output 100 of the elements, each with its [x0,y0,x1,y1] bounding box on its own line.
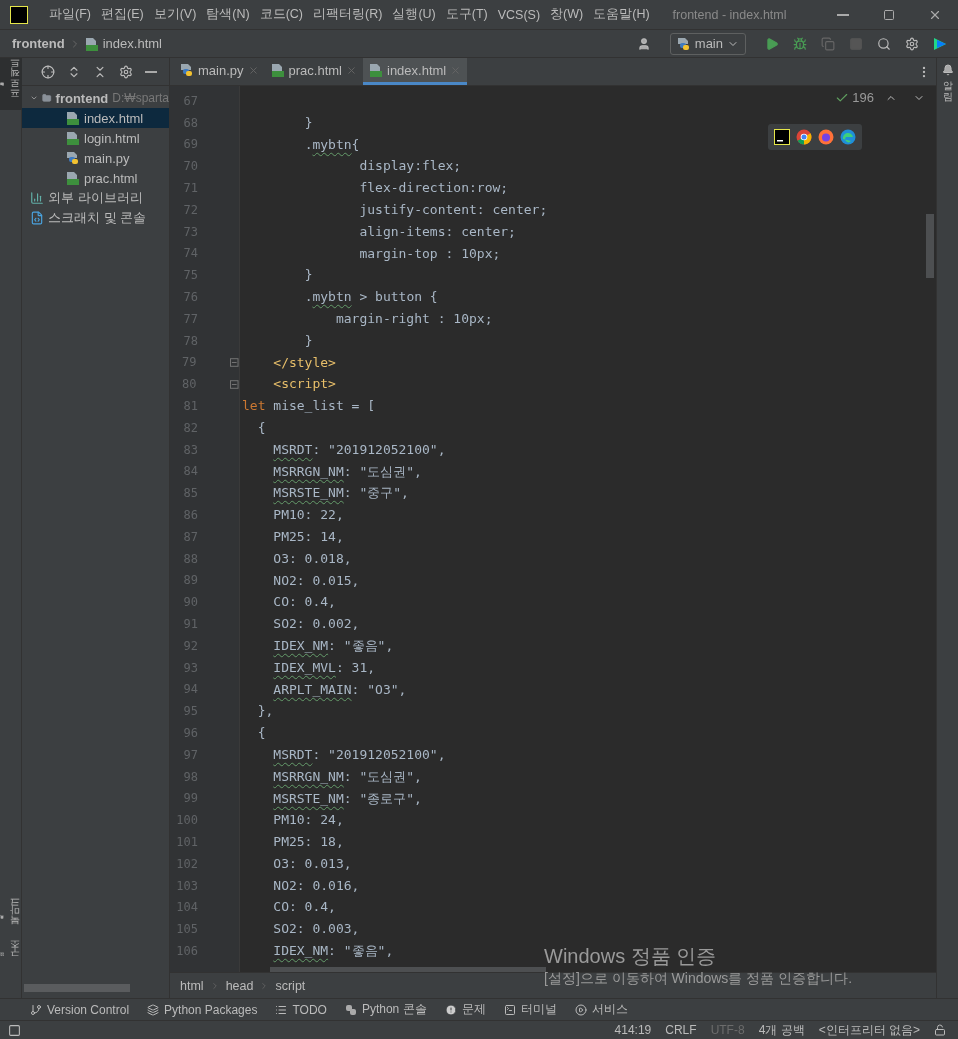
code-line: <script> [272,375,336,394]
menu-item[interactable]: VCS(S) [492,7,546,22]
menu-item[interactable]: 창(W) [545,6,589,23]
inspection-count[interactable]: 196 [835,90,874,105]
minus-icon [145,70,157,73]
terminal-icon [503,1003,516,1016]
html-file-icon [270,63,285,77]
activation-message: [설정]으로 이동하여 Windows를 정품 인증합니다. [544,970,853,988]
menu-item[interactable]: 코드(C) [254,6,309,23]
status-item[interactable]: 414:19 [614,1023,652,1037]
scrollbar[interactable] [270,967,546,972]
run-config-dropdown[interactable]: main [669,32,746,55]
edge-icon[interactable] [840,129,856,145]
branch-icon [30,1003,42,1016]
code-line: } [303,266,313,285]
breadcrumb-project[interactable]: frontend [12,36,65,51]
settings-button[interactable] [119,64,133,79]
tree-item[interactable]: 외부 라이브러리 [22,188,169,208]
breadcrumb[interactable]: script [275,978,306,993]
html-file-icon [66,171,80,185]
python-icon [344,1003,357,1016]
code-line: IDEX_NM: "좋음", [272,942,394,961]
hide-button[interactable] [145,70,157,73]
pycharm-icon[interactable] [774,129,790,145]
code-line: ARPLT_MAIN: "O3", [272,680,407,699]
status-item[interactable]: 4개 공백 [758,1021,805,1039]
menu-item[interactable]: 도움말(H) [588,6,655,23]
tool-window-button[interactable]: Python 콘솔 [344,1001,427,1018]
tree-item[interactable]: login.html [22,128,169,148]
code-line: MSRDT: "201912052100", [272,440,446,459]
tool-window-tab[interactable]: 북마크 [0,896,22,938]
tool-window-button[interactable]: Version Control [30,1002,130,1017]
fold-icon[interactable] [230,379,239,389]
editor-tab[interactable]: prac.html [264,58,363,85]
scrollbar[interactable] [24,984,130,992]
tree-item[interactable]: 스크래치 및 콘솔 [22,208,169,228]
locate-button[interactable] [41,64,55,79]
scrollbar[interactable] [926,214,934,278]
breadcrumb-file[interactable]: index.html [102,36,162,51]
search-button[interactable] [877,36,891,51]
tree-item[interactable]: main.py [22,148,169,168]
status-item[interactable]: CRLF [665,1023,697,1037]
menu-item[interactable]: 편집(E) [95,6,149,23]
tool-window-tab[interactable]: 알림 [936,58,958,108]
app-logo [10,5,28,24]
python-file-icon [676,36,691,51]
fold-icon[interactable] [230,357,239,367]
breadcrumb[interactable]: head [225,978,254,993]
debug-button[interactable] [793,36,807,51]
status-item[interactable]: <인터프리터 없음> [818,1021,920,1039]
html-file-icon [66,131,80,145]
code-line: IDEX_NM: "좋음", [272,636,394,655]
alert-icon [444,1003,457,1016]
code-line: O3: 0.018, [272,549,352,568]
html-file-icon [369,63,383,77]
code-line: { [256,724,266,743]
code-line: NO2: 0.015, [272,571,360,590]
tool-window-button[interactable]: TODO [275,1002,327,1017]
folder-icon [42,91,52,105]
settings-icon [119,64,133,79]
menu-item[interactable]: 보기(V) [148,6,202,23]
tool-window-tab[interactable]: 구조 [0,938,22,970]
tree-item[interactable]: index.html [22,108,169,128]
menu-item[interactable]: 리팩터링(R) [308,6,388,23]
menu-item[interactable]: 파일(F) [44,6,96,23]
tool-window-tab[interactable]: 프로젝트 [0,58,22,110]
menu-item[interactable]: 도구(T) [440,6,493,23]
code-line: CO: 0.4, [272,898,336,917]
window-title: frontend - index.html [672,7,787,22]
menu-item[interactable]: 탐색(N) [201,6,255,23]
tool-window-button[interactable]: Python Packages [147,1002,258,1017]
collapse-all-button[interactable] [93,64,107,79]
tool-window-button[interactable]: 터미널 [503,1001,557,1018]
menu-item[interactable]: 실행(U) [387,6,441,23]
run-button[interactable] [765,36,779,51]
code-line: IDEX_MVL: 31, [272,658,376,677]
editor-tab[interactable]: index.html [363,58,468,85]
tree-item[interactable]: prac.html [22,168,169,188]
code-line: MSRRGN_NM: "도심권", [272,767,422,786]
code-line: justify-content: center; [358,201,548,219]
tool-window-button[interactable]: 서비스 [574,1001,628,1018]
breadcrumb[interactable]: html [180,978,204,993]
editor-tab[interactable]: main.py [174,58,265,85]
tree-item[interactable]: frontend D:₩sparta [22,88,169,108]
close-icon [346,64,357,76]
code-line: align-items: center; [358,222,516,241]
settings-button[interactable] [905,36,919,51]
firefox-icon[interactable] [818,129,834,145]
collapse-icon [93,64,107,79]
minimize-icon [837,13,849,16]
code-line: PM25: 14, [272,527,344,546]
html-file-icon [84,36,99,51]
toolbox-button[interactable] [933,36,947,51]
code-line: flex-direction:row; [358,179,509,198]
user-menu-button[interactable] [636,36,651,51]
chrome-icon[interactable] [796,129,812,145]
code-line: PM10: 24, [272,811,344,830]
code-line: }, [256,702,274,721]
tool-window-button[interactable]: 문제 [444,1001,486,1018]
code-line: let mise_list = [ [241,397,376,416]
